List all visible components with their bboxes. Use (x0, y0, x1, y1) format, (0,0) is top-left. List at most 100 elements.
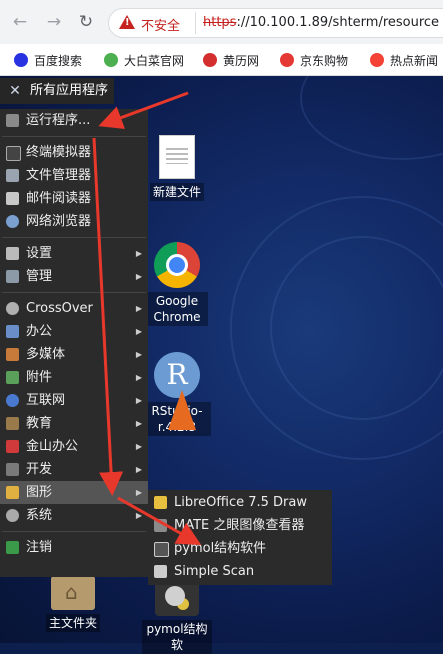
menu-item-terminal[interactable]: 终端模拟器 (0, 141, 148, 164)
crossover-icon (6, 302, 19, 315)
dabaicai-icon (104, 53, 118, 67)
menu-separator (2, 237, 146, 238)
chrome-icon (154, 242, 200, 288)
desktop-icon-label: 主文件夹 (45, 614, 100, 632)
menu-item-label: Simple Scan (174, 564, 255, 579)
menu-item-development[interactable]: 开发 ▶ (0, 458, 148, 481)
menu-separator (2, 292, 146, 293)
run-icon (6, 114, 19, 127)
web-browser-icon (6, 215, 19, 228)
mail-icon (6, 192, 19, 205)
menu-item-mail-reader[interactable]: 邮件阅读器 (0, 187, 148, 210)
menu-item-label: 管理 (26, 269, 53, 284)
menu-item-settings[interactable]: 设置 ▶ (0, 242, 148, 265)
document-icon (159, 135, 195, 179)
menu-item-label: 互联网 (26, 393, 66, 408)
terminal-icon (6, 146, 21, 161)
menu-item-system[interactable]: 系统 ▶ (0, 504, 148, 527)
education-icon (6, 417, 19, 430)
submenu-arrow-icon: ▶ (135, 419, 142, 428)
menu-item-label: LibreOffice 7.5 Draw (174, 495, 308, 510)
menu-item-label: 图形 (26, 485, 53, 500)
menu-item-label: 附件 (26, 370, 53, 385)
submenu-arrow-icon: ▶ (135, 511, 142, 520)
menu-item-education[interactable]: 教育 ▶ (0, 412, 148, 435)
desktop-icon-chrome[interactable]: Google Chrome (142, 242, 212, 326)
menu-separator (2, 136, 146, 137)
logout-icon (6, 541, 19, 554)
desktop-icon-new-file[interactable]: 新建文件 (142, 135, 212, 201)
menu-item-run-program[interactable]: 运行程序... (0, 109, 148, 132)
applications-menu-button[interactable]: ✕ 所有应用程序 (0, 78, 115, 104)
menu-item-label: CrossOver (26, 301, 93, 316)
multimedia-icon (6, 348, 19, 361)
bookmark-label: 百度搜索 (34, 54, 83, 68)
menu-item-graphics[interactable]: 图形 ▶ (0, 481, 148, 504)
menu-item-label: 文件管理器 (26, 168, 92, 183)
development-icon (6, 463, 19, 476)
menu-item-multimedia[interactable]: 多媒体 ▶ (0, 343, 148, 366)
submenu-item-simple-scan[interactable]: Simple Scan (148, 560, 332, 583)
menu-item-label: MATE 之眼图像查看器 (174, 518, 305, 533)
desktop-icon-pymol[interactable]: pymol结构软 (142, 576, 212, 654)
submenu-arrow-icon: ▶ (135, 465, 142, 474)
menu-item-web-browser[interactable]: 网络浏览器 (0, 210, 148, 233)
menu-item-kingsoft-office[interactable]: 金山办公 ▶ (0, 435, 148, 458)
menu-item-label: 终端模拟器 (26, 145, 92, 160)
huangli-icon (203, 53, 217, 67)
menu-item-label: 设置 (26, 246, 53, 261)
submenu-item-pymol[interactable]: pymol结构软件 (148, 537, 332, 560)
url-text[interactable]: https://10.100.1.89/shterm/resource (203, 15, 439, 30)
graphics-icon (6, 486, 19, 499)
menu-item-label: 注销 (26, 540, 53, 555)
menu-item-internet[interactable]: 互联网 ▶ (0, 389, 148, 412)
menu-item-label: 网络浏览器 (26, 214, 92, 229)
warning-icon (119, 15, 135, 29)
submenu-arrow-icon: ▶ (135, 373, 142, 382)
applications-menu-title: 所有应用程序 (30, 83, 109, 98)
submenu-arrow-icon: ▶ (135, 327, 142, 336)
back-arrow-icon[interactable]: ← (10, 12, 30, 32)
submenu-arrow-icon: ▶ (135, 304, 142, 313)
libreoffice-draw-icon (154, 496, 167, 509)
jd-icon (280, 53, 294, 67)
menu-item-office[interactable]: 办公 ▶ (0, 320, 148, 343)
menu-item-file-manager[interactable]: 文件管理器 (0, 164, 148, 187)
forward-arrow-icon[interactable]: → (44, 12, 64, 32)
url-scheme: https (203, 15, 237, 30)
menu-item-logout[interactable]: 注销 (0, 536, 148, 559)
bookmark-huangli[interactable]: 黄历网 (203, 52, 259, 69)
accessories-icon (6, 371, 19, 384)
file-manager-icon (6, 169, 19, 182)
menu-item-crossover[interactable]: CrossOver ▶ (0, 297, 148, 320)
bookmark-dabaicai[interactable]: 大白菜官网 (104, 52, 184, 69)
submenu-item-mate-image-viewer[interactable]: MATE 之眼图像查看器 (148, 514, 332, 537)
applications-menu: 运行程序... 终端模拟器 文件管理器 邮件阅读器 网络浏览器 设置 ▶ 管理 ▶ … (0, 109, 148, 577)
bookmark-label: 黄历网 (223, 54, 260, 68)
settings-icon (6, 247, 19, 260)
reload-icon[interactable]: ↻ (76, 12, 96, 32)
browser-toolbar: ← → ↻ 不安全 https://10.100.1.89/shterm/res… (0, 0, 443, 44)
insecure-label[interactable]: 不安全 (141, 15, 180, 34)
bookmark-news[interactable]: 热点新闻 (370, 52, 438, 69)
menu-item-accessories[interactable]: 附件 ▶ (0, 366, 148, 389)
menu-item-label: 邮件阅读器 (26, 191, 92, 206)
menu-item-label: 教育 (26, 416, 53, 431)
xfce-logo-icon: ✕ (9, 83, 21, 99)
bookmark-baidu[interactable]: 百度搜索 (14, 52, 82, 69)
submenu-item-libreoffice-draw[interactable]: LibreOffice 7.5 Draw (148, 491, 332, 514)
address-bar[interactable]: 不安全 https://10.100.1.89/shterm/resource (108, 8, 443, 38)
tools-icon (6, 270, 19, 283)
partial-app-icon (168, 390, 196, 430)
menu-item-label: 开发 (26, 462, 53, 477)
menu-item-label: 金山办公 (26, 439, 79, 454)
bookmark-jd[interactable]: 京东购物 (280, 52, 348, 69)
desktop-icon-home-folder[interactable]: 主文件夹 (38, 576, 108, 632)
wallpaper-ornament (300, 76, 443, 160)
menu-item-manage[interactable]: 管理 ▶ (0, 265, 148, 288)
home-folder-icon (51, 576, 95, 610)
bookmark-label: 大白菜官网 (124, 54, 185, 68)
menu-item-label: 运行程序... (26, 113, 91, 128)
menu-separator (2, 531, 146, 532)
bookmarks-bar: 百度搜索 大白菜官网 黄历网 京东购物 热点新闻 (0, 44, 443, 76)
